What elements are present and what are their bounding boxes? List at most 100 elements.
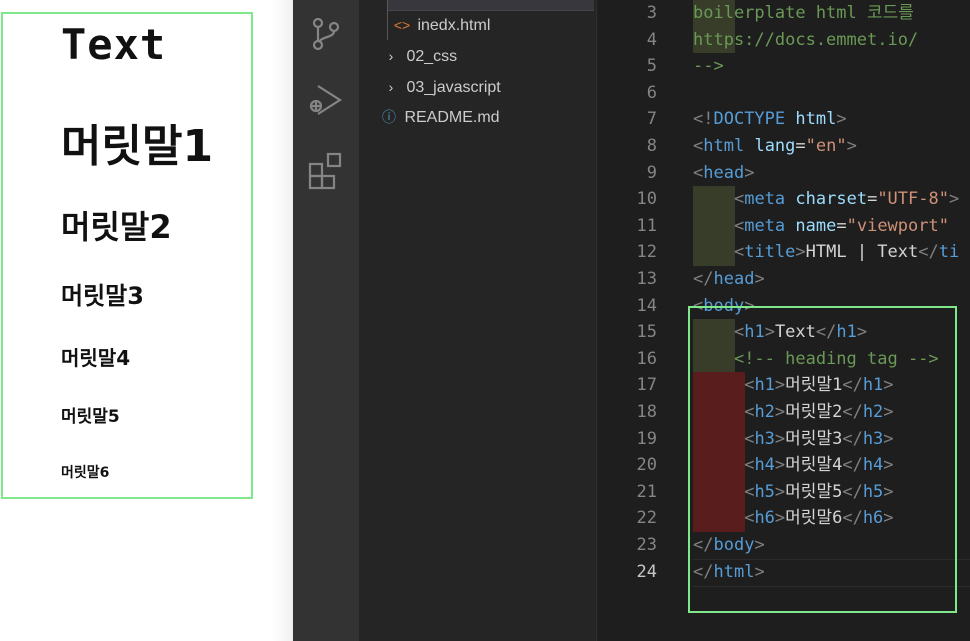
preview-heading-text: Text <box>61 20 167 69</box>
line-number: 3 <box>646 3 657 23</box>
line-number: 22 <box>636 508 657 529</box>
code-token: > <box>754 269 765 289</box>
code-token: https://docs.emmet.io/ <box>693 29 919 50</box>
preview-heading-1: 머릿말1 <box>61 121 214 172</box>
code-token: lang <box>754 136 796 156</box>
code-token: < <box>693 136 704 156</box>
extensions-icon[interactable] <box>306 150 346 190</box>
browser-preview: Text 머릿말1 머릿말2 머릿말3 머릿말4 머릿말5 머릿말6 <box>0 0 293 641</box>
line-number: 4 <box>646 29 657 50</box>
code-token: </ <box>693 269 714 289</box>
tree-item-03-javascript[interactable]: › 03_javascript <box>380 74 501 100</box>
line-number: 9 <box>646 162 657 183</box>
code-token: > <box>948 189 960 210</box>
code-token: name <box>795 215 837 236</box>
code-token: ti <box>938 242 960 263</box>
line-number: 20 <box>636 455 657 476</box>
line-number: 18 <box>636 402 657 422</box>
code-line[interactable]: --> <box>693 53 724 80</box>
tree-item-partial[interactable] <box>388 0 594 11</box>
code-token: = <box>867 189 878 210</box>
code-line[interactable]: <title>HTML | Text</ti <box>693 239 959 266</box>
line-number: 14 <box>636 295 657 316</box>
code-token: head <box>713 269 755 289</box>
code-token: charset <box>795 189 868 210</box>
preview-heading-2: 머릿말2 <box>61 208 172 246</box>
code-token: html <box>795 109 837 130</box>
code-token: > <box>795 242 806 263</box>
code-token: </ <box>918 242 939 263</box>
code-token: meta <box>744 215 786 236</box>
info-icon: ⓘ <box>382 109 396 125</box>
line-number: 6 <box>646 82 657 103</box>
line-number: 8 <box>646 136 657 156</box>
preview-highlight-box <box>1 12 253 499</box>
chevron-right-icon: › <box>388 79 394 95</box>
line-number: 21 <box>636 481 657 502</box>
code-token: > <box>846 136 857 156</box>
code-token: "viewport" <box>846 215 949 236</box>
code-token: < <box>733 189 745 210</box>
code-token: > <box>744 162 755 183</box>
line-number: 16 <box>636 348 657 369</box>
code-line[interactable]: <meta charset="UTF-8"> <box>693 186 959 213</box>
line-number: 7 <box>646 109 657 130</box>
activity-bar <box>293 0 359 641</box>
line-number: 13 <box>636 269 657 289</box>
code-line[interactable]: </head> <box>693 266 765 293</box>
tree-item-label: 03_javascript <box>406 79 501 96</box>
code-token: boilerplate html 코드를 <box>693 3 914 23</box>
line-number: 23 <box>636 535 657 555</box>
line-number: 17 <box>636 375 657 396</box>
run-debug-icon[interactable] <box>306 80 346 120</box>
chevron-right-icon: › <box>388 48 394 64</box>
line-number: 11 <box>636 215 657 236</box>
line-number: 19 <box>636 428 657 449</box>
preview-heading-3: 머릿말3 <box>61 282 144 310</box>
preview-heading-5: 머릿말5 <box>61 407 120 427</box>
tree-item-02-css[interactable]: › 02_css <box>380 43 458 69</box>
code-line[interactable]: <meta name="viewport" <box>693 213 949 240</box>
source-control-icon[interactable] <box>306 14 346 54</box>
line-number: 24 <box>636 561 657 582</box>
code-line[interactable]: <!DOCTYPE html> <box>693 106 847 133</box>
code-token: HTML | Text <box>805 242 919 263</box>
tree-item-label: inedx.html <box>417 17 491 34</box>
editor-highlight-box <box>688 306 957 613</box>
tree-item-readme[interactable]: ⓘ README.md <box>378 104 500 130</box>
tree-item-inedx-html[interactable]: <> inedx.html <box>391 12 491 38</box>
code-token: < <box>733 215 745 236</box>
preview-heading-6: 머릿말6 <box>61 465 110 481</box>
code-token: = <box>795 136 806 156</box>
line-number: 5 <box>646 56 657 77</box>
line-number: 15 <box>636 322 657 343</box>
code-token: meta <box>744 189 786 210</box>
line-number: 10 <box>636 189 657 210</box>
tree-item-label: README.md <box>404 109 500 126</box>
code-token: html <box>703 136 745 156</box>
code-token: DOCTYPE <box>713 109 786 130</box>
code-token: title <box>744 242 796 263</box>
code-token: "UTF-8" <box>877 189 949 210</box>
html-file-icon: <> <box>393 17 411 33</box>
code-token: < <box>693 162 704 183</box>
preview-heading-4: 머릿말4 <box>61 346 131 370</box>
preview-edge-shadow <box>272 0 293 641</box>
code-line[interactable]: <html lang="en"> <box>693 133 857 160</box>
code-token: --> <box>693 56 724 77</box>
code-line[interactable]: boilerplate html 코드를 <box>693 0 914 27</box>
code-token: head <box>703 162 745 183</box>
code-token: <! <box>693 109 714 130</box>
code-line[interactable]: https://docs.emmet.io/ <box>693 27 918 54</box>
code-line[interactable]: <head> <box>693 160 754 187</box>
code-token: > <box>836 109 847 130</box>
tree-item-label: 02_css <box>406 48 458 65</box>
code-token: < <box>733 242 745 263</box>
